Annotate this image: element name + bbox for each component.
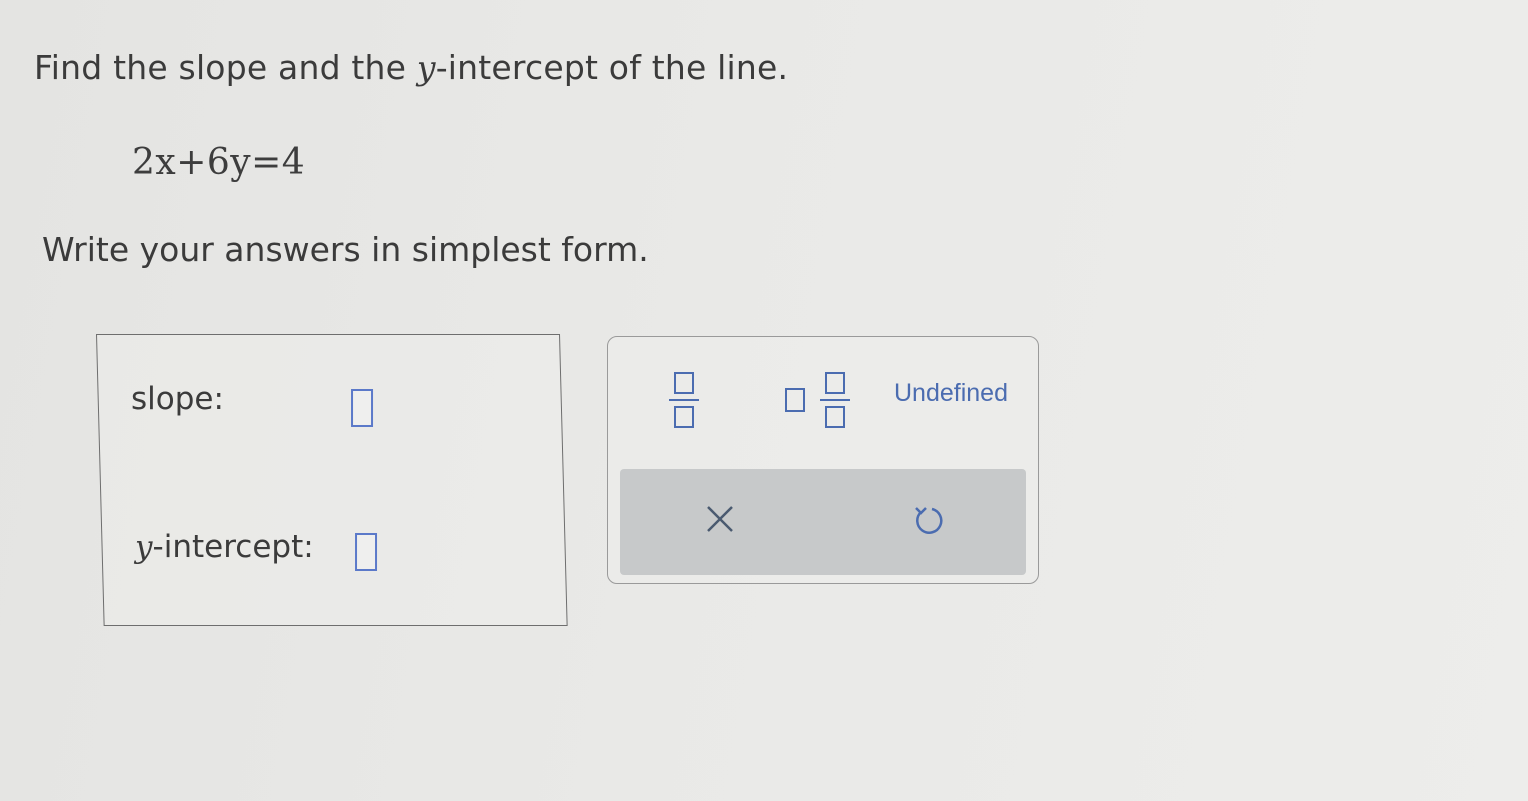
slope-row: slope:: [131, 381, 224, 417]
fraction-icon: [669, 372, 699, 428]
close-icon: [707, 506, 733, 532]
math-toolbar: Undefined: [607, 336, 1039, 584]
question-suffix: -intercept of the line.: [435, 48, 789, 87]
mixed-number-icon: [785, 372, 850, 428]
clear-button[interactable]: [698, 497, 742, 541]
undefined-button[interactable]: Undefined: [894, 379, 1008, 408]
action-row: [620, 469, 1026, 575]
fraction-button[interactable]: [666, 367, 702, 433]
mixed-number-button[interactable]: [780, 367, 856, 433]
question-text: Find the slope and the y-intercept of th…: [34, 48, 788, 87]
undo-button[interactable]: [906, 499, 950, 543]
question-prefix: Find the slope and the: [34, 48, 417, 87]
answer-panel: slope: y -intercept:: [96, 334, 568, 626]
slope-input[interactable]: [351, 389, 374, 427]
question-variable: y: [416, 48, 436, 87]
slope-label: slope:: [131, 381, 224, 417]
y-intercept-input[interactable]: [355, 533, 378, 571]
y-intercept-row: y -intercept:: [135, 529, 314, 565]
equation: 2x+6y=4: [132, 142, 306, 183]
y-intercept-variable: y: [135, 529, 153, 565]
undo-icon: [915, 507, 943, 534]
y-intercept-label: -intercept:: [152, 529, 314, 565]
instruction-text: Write your answers in simplest form.: [42, 230, 649, 269]
